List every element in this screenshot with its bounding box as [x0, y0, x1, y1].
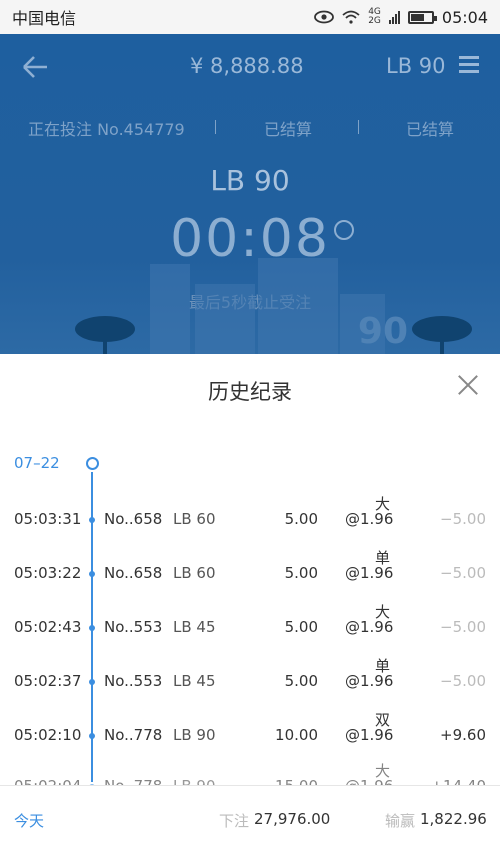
tab-settled-1[interactable]: 已结算: [264, 116, 312, 140]
timeline-dot: [89, 571, 95, 577]
row-time: 05:03:31: [14, 510, 82, 528]
timeline-date-node: [86, 457, 99, 470]
row-odds: @1.96: [345, 672, 394, 690]
account-balance: ¥ 8,888.88: [190, 54, 304, 78]
wifi-icon: [342, 10, 360, 24]
row-round-no: No..553: [104, 618, 163, 636]
history-summary: 今天 下注 27,976.00 输赢 1,822.96: [0, 785, 500, 854]
row-amount: 5.00: [284, 564, 318, 582]
tab-divider: [358, 120, 359, 134]
row-result: −5.00: [440, 618, 486, 636]
row-result: −5.00: [440, 510, 486, 528]
row-result: −5.00: [440, 564, 486, 582]
row-time: 05:02:37: [14, 672, 82, 690]
row-time: 05:02:43: [14, 618, 82, 636]
timeline-dot: [89, 517, 95, 523]
network-type: 4G 2G: [368, 7, 381, 26]
wallet-icon[interactable]: [459, 56, 479, 76]
row-odds: @1.96: [345, 564, 394, 582]
history-row[interactable]: 05:02:37 No..553 LB 45 5.00 单 @1.96 −5.0…: [0, 657, 500, 701]
game-code: LB 90: [386, 54, 446, 78]
row-time: 05:03:22: [14, 564, 82, 582]
carrier-name: 中国电信: [12, 9, 77, 28]
history-panel: 历史纪录 07–22 05:03:31 No..658 LB 60 5.00 大…: [0, 354, 500, 854]
alarm-clock-icon: [334, 220, 354, 240]
row-room: LB 90: [173, 726, 216, 744]
history-row[interactable]: 05:03:22 No..658 LB 60 5.00 单 @1.96 −5.0…: [0, 549, 500, 593]
history-title: 历史纪录: [208, 380, 292, 404]
scene-number: 90: [357, 311, 408, 352]
row-room: LB 45: [173, 672, 216, 690]
win-loss-label: 输赢: [385, 812, 416, 830]
row-room: LB 45: [173, 618, 216, 636]
row-amount: 10.00: [275, 726, 318, 744]
row-amount: 5.00: [284, 618, 318, 636]
room-title: LB 90: [210, 164, 290, 197]
status-icons: 4G 2G 05:04: [314, 8, 488, 27]
win-loss-value: 1,822.96: [420, 810, 487, 828]
battery-icon: [407, 10, 437, 24]
row-room: LB 60: [173, 510, 216, 528]
row-odds: @1.96: [345, 510, 394, 528]
row-time: 05:02:10: [14, 726, 82, 744]
tab-divider: [215, 120, 216, 134]
history-date: 07–22: [14, 454, 60, 472]
clock-time: 05:04: [441, 7, 488, 27]
row-result: −5.00: [440, 672, 486, 690]
row-result: +9.60: [440, 726, 486, 744]
row-amount: 5.00: [284, 672, 318, 690]
eye-icon: [314, 10, 335, 24]
timeline-dot: [89, 679, 95, 685]
city-illustration: 90: [0, 244, 500, 354]
row-room: LB 60: [173, 564, 216, 582]
timeline-dot: [89, 733, 95, 739]
status-bar: 中国电信 4G 2G 05:04: [0, 0, 500, 34]
bet-status-tabs: 正在投注 No.454779 已结算 已结算: [0, 116, 500, 140]
row-round-no: No..658: [104, 564, 163, 582]
game-header: ¥ 8,888.88 LB 90 正在投注 No.454779 已结算 已结算 …: [0, 34, 500, 354]
row-odds: @1.96: [345, 726, 394, 744]
history-row[interactable]: 05:02:10 No..778 LB 90 10.00 双 @1.96 +9.…: [0, 711, 500, 755]
back-arrow-icon[interactable]: [20, 52, 50, 82]
close-icon[interactable]: [457, 374, 479, 396]
history-row[interactable]: 05:02:43 No..553 LB 45 5.00 大 @1.96 −5.0…: [0, 603, 500, 647]
date-filter-today[interactable]: 今天: [14, 810, 44, 831]
tab-current-bet[interactable]: 正在投注 No.454779: [28, 116, 185, 140]
row-round-no: No..658: [104, 510, 163, 528]
total-stake-label: 下注: [219, 812, 250, 830]
row-odds: @1.96: [345, 618, 394, 636]
row-round-no: No..778: [104, 726, 163, 744]
history-row[interactable]: 05:03:31 No..658 LB 60 5.00 大 @1.96 −5.0…: [0, 495, 500, 539]
signal-icon: [388, 10, 400, 24]
total-stake-value: 27,976.00: [254, 810, 331, 828]
timeline-dot: [89, 625, 95, 631]
row-amount: 5.00: [284, 510, 318, 528]
tab-settled-2[interactable]: 已结算: [406, 116, 454, 140]
row-round-no: No..553: [104, 672, 163, 690]
